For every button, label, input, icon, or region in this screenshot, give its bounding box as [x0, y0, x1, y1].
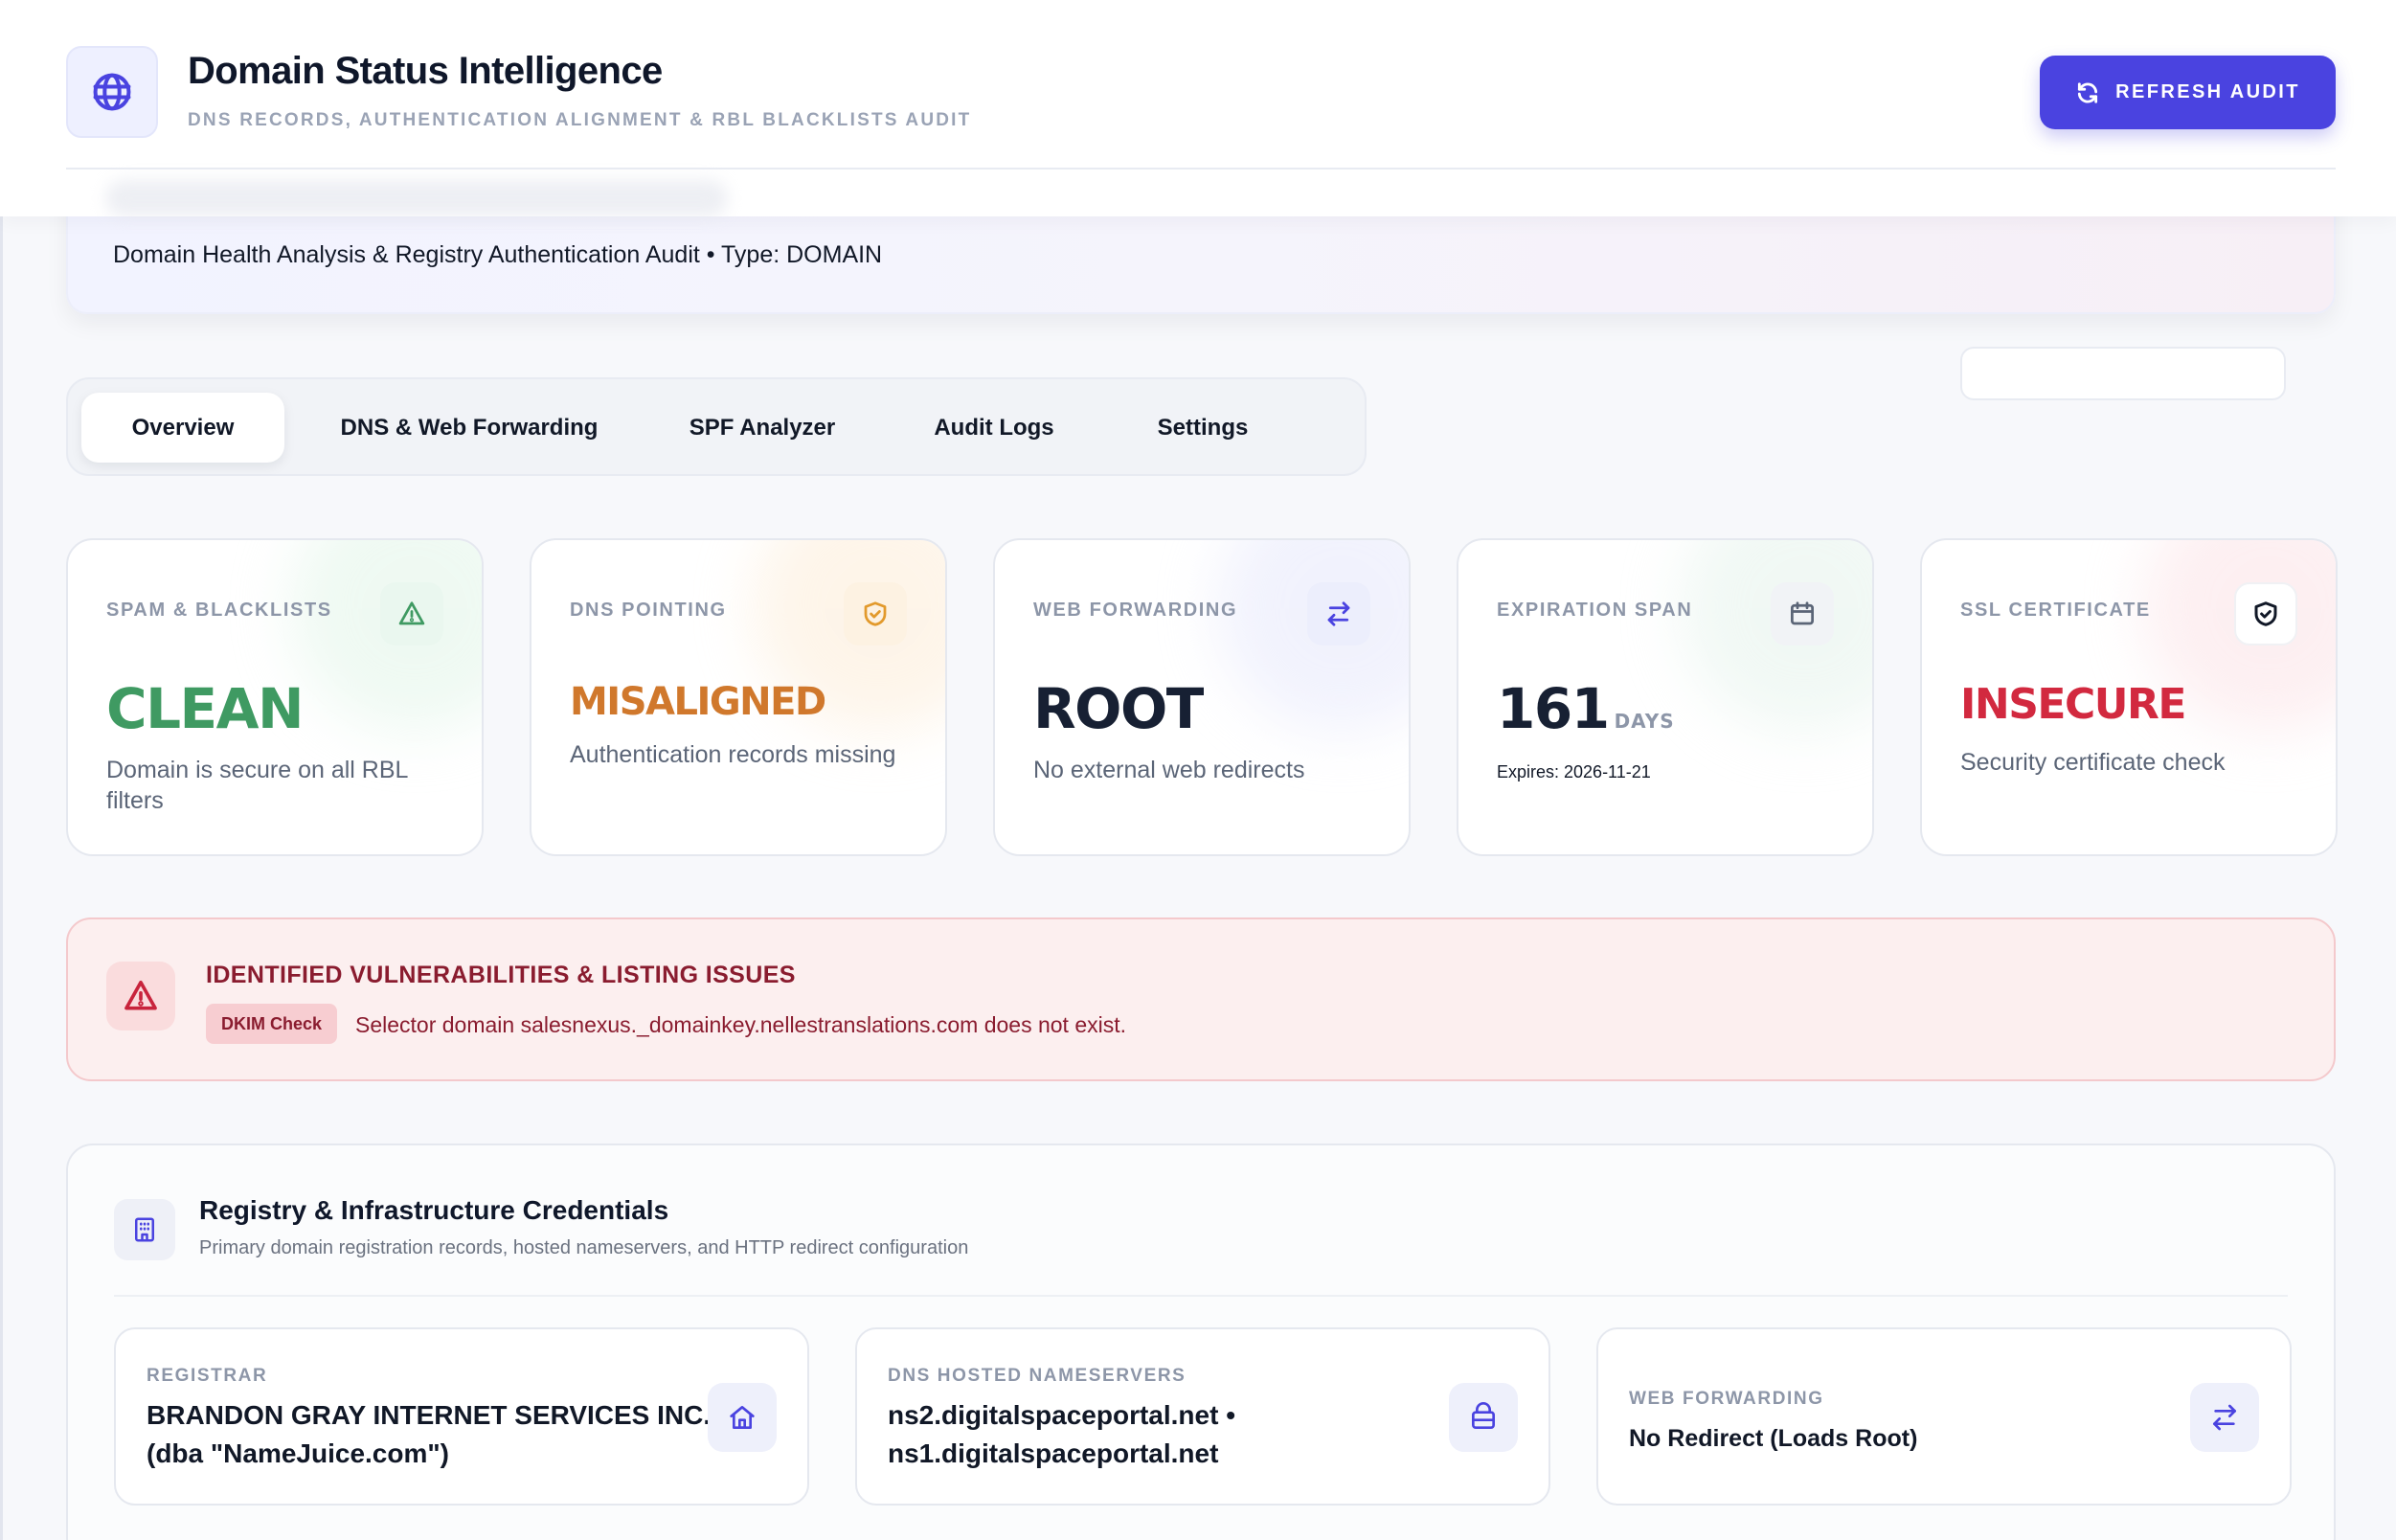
- shield-check-icon: [844, 582, 907, 645]
- metric-card-spam-blacklists: SPAM & BLACKLISTS CLEAN Domain is secure…: [66, 538, 484, 856]
- web-forwarding-card: WEB FORWARDING No Redirect (Loads Root): [1596, 1327, 2292, 1506]
- building-icon: [114, 1199, 175, 1260]
- metric-description: Security certificate check: [1960, 749, 2226, 776]
- nameservers-value: ns2.digitalspaceportal.net • ns1.digital…: [888, 1396, 1235, 1473]
- nameservers-label: DNS HOSTED NAMESERVERS: [888, 1366, 1187, 1386]
- metric-label: EXPIRATION SPAN: [1497, 600, 1693, 621]
- nameserver-secondary: ns1.digitalspaceportal.net: [888, 1438, 1219, 1468]
- tab-bar: Overview DNS & Web Forwarding SPF Analyz…: [66, 377, 1367, 476]
- registrar-label: REGISTRAR: [147, 1366, 268, 1386]
- tab-dns-web-forwarding[interactable]: DNS & Web Forwarding: [311, 393, 627, 463]
- hero-action-pill[interactable]: [1960, 347, 2286, 400]
- registrar-dba: (dba "NameJuice.com"): [147, 1438, 449, 1468]
- refresh-icon: [2078, 81, 2098, 103]
- metric-label: SSL CERTIFICATE: [1960, 600, 2151, 621]
- tab-overview[interactable]: Overview: [81, 393, 284, 463]
- alert-title: IDENTIFIED VULNERABILITIES & LISTING ISS…: [206, 962, 796, 988]
- metric-value: CLEAN: [106, 676, 305, 741]
- metric-label: WEB FORWARDING: [1033, 600, 1238, 621]
- metric-card-expiration-span: EXPIRATION SPAN 161 DAYS Expires: 2026-11…: [1457, 538, 1874, 856]
- metric-value: 161 DAYS: [1497, 676, 1675, 741]
- arrows-swap-icon[interactable]: [2190, 1383, 2259, 1452]
- server-icon[interactable]: [1449, 1383, 1518, 1452]
- metric-label: DNS POINTING: [570, 600, 727, 621]
- metric-description: Authentication records missing: [570, 741, 896, 768]
- metric-description: No external web redirects: [1033, 757, 1305, 783]
- alert-message: Selector domain salesnexus._domainkey.ne…: [355, 1012, 1126, 1037]
- dkim-check-badge: DKIM Check: [206, 1004, 338, 1044]
- hero-description: Domain Health Analysis & Registry Authen…: [113, 241, 883, 268]
- metric-card-web-forwarding: WEB FORWARDING ROOT No external web redi…: [993, 538, 1411, 856]
- window-edge: [0, 0, 3, 1540]
- page-subtitle: DNS RECORDS, AUTHENTICATION ALIGNMENT & …: [188, 110, 972, 130]
- hero-domain-name-obscured: [105, 180, 728, 216]
- metric-value: MISALIGNED: [570, 680, 826, 724]
- alert-triangle-icon: [106, 962, 175, 1030]
- web-forwarding-value: No Redirect (Loads Root): [1629, 1425, 1918, 1452]
- metric-description: Domain is secure on all RBL filters: [106, 757, 408, 814]
- metric-card-dns-pointing: DNS POINTING MISALIGNED Authentication r…: [530, 538, 947, 856]
- registry-title: Registry & Infrastructure Credentials: [199, 1195, 669, 1225]
- tab-spf-analyzer[interactable]: SPF Analyzer: [654, 393, 870, 463]
- tab-audit-logs[interactable]: Audit Logs: [897, 393, 1091, 463]
- registrar-value: BRANDON GRAY INTERNET SERVICES INC. (dba…: [147, 1396, 711, 1473]
- page-title: Domain Status Intelligence: [188, 50, 663, 92]
- arrows-swap-icon: [1307, 582, 1370, 645]
- globe-icon: [66, 46, 158, 138]
- warning-triangle-icon: [380, 582, 443, 645]
- home-icon[interactable]: [708, 1383, 777, 1452]
- metric-card-ssl-certificate: SSL CERTIFICATE INSECURE Security certif…: [1920, 538, 2338, 856]
- vulnerabilities-alert: IDENTIFIED VULNERABILITIES & LISTING ISS…: [66, 917, 2336, 1081]
- tab-settings[interactable]: Settings: [1118, 393, 1288, 463]
- metric-label: SPAM & BLACKLISTS: [106, 600, 332, 621]
- registrar-name: BRANDON GRAY INTERNET SERVICES INC.: [147, 1400, 712, 1430]
- metric-description: Expires: 2026-11-21: [1497, 762, 1651, 781]
- metric-value: INSECURE: [1960, 680, 2186, 729]
- refresh-audit-button[interactable]: REFRESH AUDIT: [2040, 56, 2336, 129]
- registry-subtitle: Primary domain registration records, hos…: [199, 1237, 969, 1258]
- refresh-audit-label: REFRESH AUDIT: [2115, 81, 2300, 102]
- nameserver-primary: ns2.digitalspaceportal.net •: [888, 1400, 1236, 1430]
- registrar-card: REGISTRAR BRANDON GRAY INTERNET SERVICES…: [114, 1327, 809, 1506]
- metric-value: ROOT: [1033, 676, 1204, 741]
- shield-icon: [2234, 582, 2297, 645]
- expiration-days: 161: [1497, 676, 1610, 741]
- expiration-unit: DAYS: [1614, 710, 1675, 733]
- registry-section: Registry & Infrastructure Credentials Pr…: [66, 1144, 2336, 1540]
- nameservers-card: DNS HOSTED NAMESERVERS ns2.digitalspacep…: [855, 1327, 1550, 1506]
- calendar-icon: [1771, 582, 1834, 645]
- registry-divider: [114, 1295, 2288, 1297]
- web-forwarding-label: WEB FORWARDING: [1629, 1389, 1824, 1409]
